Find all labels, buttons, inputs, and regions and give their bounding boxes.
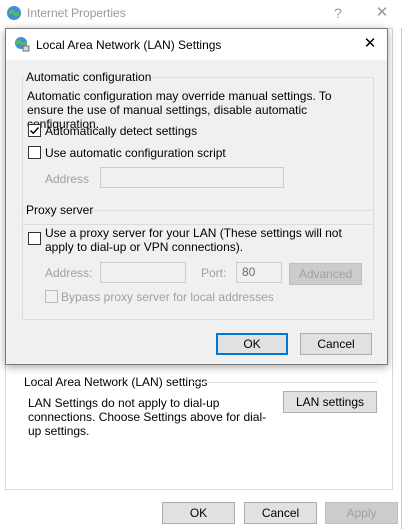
help-icon[interactable]: ?: [328, 3, 348, 23]
use-script-label[interactable]: Use automatic configuration script: [45, 146, 226, 160]
globe-network-icon: [15, 37, 30, 52]
lan-section-divider: [192, 382, 377, 383]
globe-icon: [7, 6, 21, 20]
lan-settings-button[interactable]: LAN settings: [283, 391, 377, 413]
advanced-button[interactable]: Advanced: [289, 263, 362, 285]
dialog-title: Local Area Network (LAN) Settings: [36, 38, 222, 52]
dialog-cancel-button[interactable]: Cancel: [300, 333, 372, 355]
proxy-address-label: Address:: [45, 266, 93, 280]
dialog-ok-button[interactable]: OK: [216, 333, 288, 355]
dialog-close-icon[interactable]: ✕: [358, 33, 382, 55]
apply-button[interactable]: Apply: [325, 502, 398, 524]
auto-config-group-label: Automatic configuration: [24, 70, 154, 84]
parent-titlebar: Internet Properties ? ✕: [0, 0, 402, 28]
checkmark-icon: [30, 127, 40, 135]
auto-detect-label[interactable]: Automatically detect settings: [45, 124, 197, 138]
cancel-button[interactable]: Cancel: [244, 502, 317, 524]
lan-settings-dialog: Local Area Network (LAN) Settings ✕ Auto…: [5, 28, 388, 365]
auto-detect-checkbox[interactable]: [28, 124, 41, 137]
use-script-checkbox[interactable]: [28, 146, 41, 159]
use-proxy-label[interactable]: Use a proxy server for your LAN (These s…: [45, 226, 365, 254]
dialog-titlebar: Local Area Network (LAN) Settings ✕: [6, 29, 387, 60]
proxy-port-label: Port:: [201, 266, 227, 280]
bypass-local-checkbox[interactable]: [45, 290, 58, 303]
use-proxy-checkbox[interactable]: [28, 232, 41, 245]
parent-close-icon[interactable]: ✕: [371, 3, 393, 23]
proxy-group-label: Proxy server: [24, 203, 96, 217]
script-address-field[interactable]: [100, 167, 284, 188]
ok-button[interactable]: OK: [162, 502, 235, 524]
parent-window-title: Internet Properties: [27, 6, 126, 20]
lan-section-label: Local Area Network (LAN) settings: [22, 375, 210, 389]
proxy-address-field[interactable]: [100, 262, 186, 283]
lan-note-text: LAN Settings do not apply to dial-up con…: [28, 396, 267, 438]
script-address-label: Address: [45, 172, 90, 186]
bypass-local-label[interactable]: Bypass proxy server for local addresses: [61, 290, 274, 304]
proxy-port-field[interactable]: 80: [236, 262, 282, 283]
